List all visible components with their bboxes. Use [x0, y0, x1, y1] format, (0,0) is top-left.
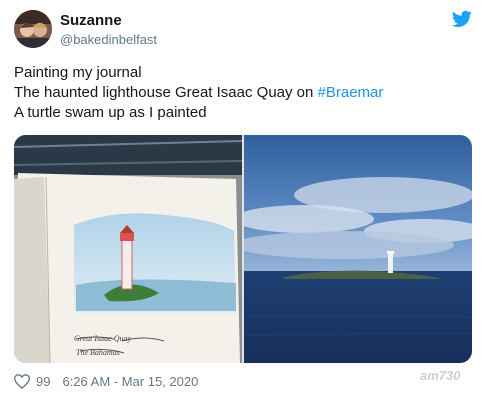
tweet-line-3: A turtle swam up as I painted	[14, 104, 207, 121]
media-grid: Great Isaac Quay The Bahamas	[14, 135, 472, 363]
tweet-footer: 99 6:26 AM - Mar 15, 2020	[14, 374, 198, 389]
watermark: am730	[420, 368, 461, 383]
tweet-line-2: The haunted lighthouse Great Isaac Quay …	[14, 83, 474, 103]
tweet-timestamp[interactable]: 6:26 AM - Mar 15, 2020	[62, 374, 198, 389]
journal-painting-photo[interactable]: Great Isaac Quay The Bahamas	[14, 135, 242, 363]
lighthouse-photo[interactable]	[244, 135, 472, 363]
tweet-line-2-text: The haunted lighthouse Great Isaac Quay …	[14, 84, 318, 101]
hashtag-link[interactable]: #Braemar	[318, 84, 384, 101]
sketch-caption-1: Great Isaac Quay	[74, 334, 131, 343]
avatar-photo	[14, 10, 52, 48]
twitter-bird-icon[interactable]	[452, 10, 472, 28]
heart-icon[interactable]	[14, 374, 30, 389]
tweet-card: Suzanne @bakedinbelfast Painting my jour…	[0, 0, 490, 407]
author-name[interactable]: Suzanne	[60, 12, 122, 29]
tweet-line-1: Painting my journal	[14, 64, 142, 81]
journal-painting-image: Great Isaac Quay The Bahamas	[14, 135, 242, 363]
author-handle[interactable]: @bakedinbelfast	[60, 32, 157, 47]
sketch-caption-2: The Bahamas	[76, 348, 120, 357]
like-count: 99	[36, 374, 51, 389]
tweet-text: Painting my journal The haunted lighthou…	[14, 63, 474, 123]
lighthouse-image	[244, 135, 472, 363]
avatar[interactable]	[14, 10, 52, 48]
